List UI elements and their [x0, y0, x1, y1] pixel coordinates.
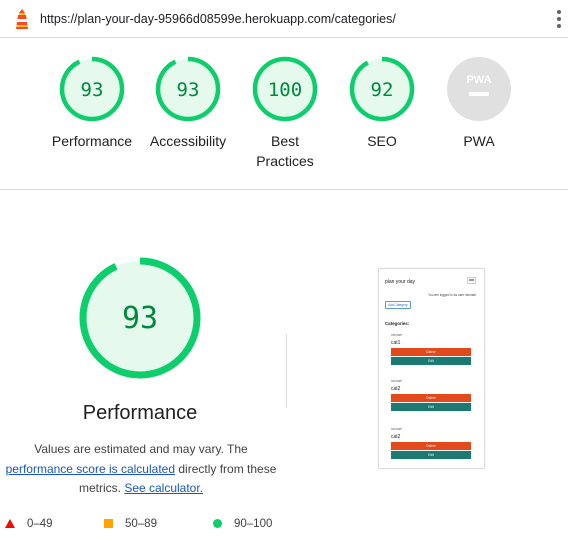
gauge-performance[interactable]: 93 Performance: [42, 56, 142, 151]
gauge-label-line1: Best: [270, 133, 299, 149]
score-legend: 0–49 50–89 90–100: [0, 516, 290, 534]
pwa-badge-icon: PWA: [447, 57, 511, 121]
square-icon: [104, 519, 113, 529]
score-calculated-link[interactable]: performance score is calculated: [6, 462, 175, 476]
thumb-delete-button: Delete: [391, 394, 471, 402]
lighthouse-icon: [16, 9, 28, 29]
thumb-categories-heading: Categories:: [385, 321, 410, 326]
legend-pass: 90–100: [213, 518, 272, 530]
page-url[interactable]: https://plan-your-day-95966d08599e.herok…: [40, 12, 396, 26]
gauge-label: SEO: [367, 133, 397, 149]
gauge-label: PWA: [463, 133, 495, 149]
legend-range: 0–49: [27, 518, 53, 530]
circle-icon: [213, 519, 222, 529]
see-calculator-link[interactable]: See calculator.: [124, 481, 203, 495]
desc-prefix: Values are estimated and may vary. The: [34, 442, 248, 456]
thumb-card-name: cat2: [391, 434, 401, 440]
performance-description: Values are estimated and may vary. The p…: [0, 440, 282, 499]
triangle-icon: [5, 519, 15, 529]
performance-title: Performance: [82, 402, 198, 424]
gauge-score: 92: [371, 79, 394, 101]
thumb-card-name: cat2: [391, 386, 401, 392]
desc-middle-1: directly from these: [178, 461, 277, 476]
gauge-pwa[interactable]: PWA PWA: [429, 56, 529, 151]
score-summary: 93 Performance 93 Accessibility 100 Best…: [0, 38, 568, 190]
thumb-card-user: michael: [391, 379, 402, 383]
kebab-menu-icon[interactable]: [556, 10, 562, 28]
thumb-edit-button: Edit: [391, 451, 471, 459]
thumb-card-name: cat1: [391, 340, 401, 346]
detail-score: 93: [122, 301, 158, 336]
thumb-delete-button: Delete: [391, 442, 471, 450]
thumb-category-card: michael cat2 Delete Edit: [391, 427, 471, 459]
accessibility-gauge-ring: 93: [155, 56, 221, 122]
legend-fail: 0–49: [5, 518, 53, 530]
section-divider: [286, 334, 287, 408]
seo-gauge-ring: 92: [349, 56, 415, 122]
gauge-score: 93: [81, 79, 104, 101]
thumb-brand: plan your day: [385, 279, 416, 285]
gauge-score: 93: [177, 79, 200, 101]
thumb-delete-button: Delete: [391, 348, 471, 356]
url-bar: https://plan-your-day-95966d08599e.herok…: [0, 0, 568, 38]
performance-gauge-ring: 93: [59, 56, 125, 122]
final-screenshot-thumbnail[interactable]: plan your day You are logged in as user …: [378, 268, 485, 469]
legend-average: 50–89: [104, 518, 157, 530]
gauge-label-line2: Practices: [256, 153, 314, 169]
desc-middle-2: metrics.: [78, 481, 121, 495]
thumb-edit-button: Edit: [391, 403, 471, 411]
legend-range: 50–89: [125, 518, 157, 530]
performance-detail-gauge: 93: [79, 257, 201, 379]
gauge-score: 100: [268, 79, 302, 101]
gauge-label: Best Practices: [235, 131, 335, 171]
pwa-badge-text: PWA: [466, 74, 491, 86]
hamburger-icon: [467, 277, 476, 284]
gauge-label: Accessibility: [149, 133, 227, 149]
thumb-category-card: michael cat2 Delete Edit: [391, 379, 471, 411]
thumb-card-user: michael: [391, 427, 402, 431]
thumb-edit-button: Edit: [391, 357, 471, 365]
gauge-label: Performance: [51, 133, 133, 149]
gauge-accessibility[interactable]: 93 Accessibility: [138, 56, 238, 151]
thumb-category-card: michael cat1 Delete Edit: [391, 333, 471, 365]
thumb-card-user: michael: [391, 333, 402, 337]
gauge-seo[interactable]: 92 SEO: [332, 56, 432, 151]
gauge-best-practices[interactable]: 100 Best Practices: [235, 56, 335, 171]
best-practices-gauge-ring: 100: [252, 56, 318, 122]
legend-range: 90–100: [234, 518, 273, 530]
thumb-add-category-button: Add Category: [385, 301, 411, 309]
thumb-login-notice: You are logged in as user michael: [428, 293, 476, 297]
